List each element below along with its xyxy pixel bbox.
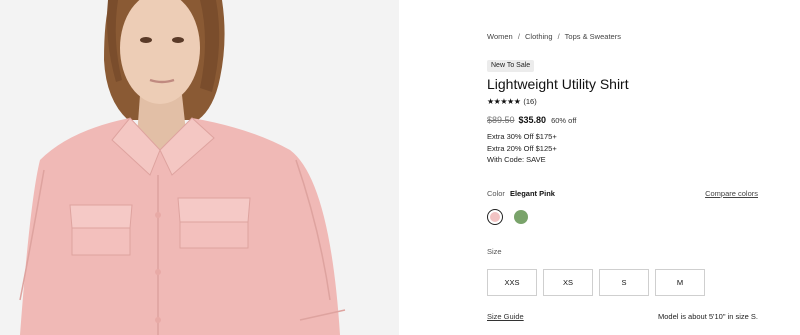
color-label: Color [487,189,505,198]
discount-percent: 60% off [551,116,577,125]
rating-stars-icon: ★★★★★ [487,97,521,106]
rating[interactable]: ★★★★★ (16) [487,97,537,106]
promo-line: With Code: SAVE [487,155,546,164]
swatch-fill [514,210,528,224]
breadcrumb-item-women[interactable]: Women [487,32,513,41]
product-title: Lightweight Utility Shirt [487,76,629,92]
breadcrumb-separator: / [557,32,560,41]
sale-badge: New To Sale [487,60,535,72]
product-details: Women / Clothing / Tops & Sweaters New T… [487,0,767,335]
breadcrumb: Women / Clothing / Tops & Sweaters [487,32,621,41]
swatch-fill [490,212,500,222]
breadcrumb-separator: / [517,32,520,41]
original-price: $89.50 [487,115,515,125]
breadcrumb-item-tops-sweaters[interactable]: Tops & Sweaters [565,32,621,41]
size-s-button[interactable]: S [599,269,649,296]
breadcrumb-item-clothing[interactable]: Clothing [525,32,553,41]
promo-line: Extra 20% Off $125+ [487,143,557,153]
promo-list: Extra 30% Off $175+ Extra 20% Off $125+ … [487,131,557,166]
swatch-elegant-pink[interactable] [487,209,503,225]
size-xs-button[interactable]: XS [543,269,593,296]
product-image[interactable] [0,0,399,335]
price-block: $89.50 $35.80 60% off [487,115,576,125]
color-row: Color Elegant Pink Compare colors [487,189,758,198]
promo-line: Extra 30% Off $175+ [487,132,557,141]
color-swatches [487,209,529,225]
sale-price: $35.80 [518,115,547,125]
review-count[interactable]: (16) [523,97,536,106]
model-size-info: Model is about 5'10" in size S. [658,312,758,321]
size-label: Size [487,247,502,256]
size-options: XXS XS S M [487,269,705,296]
size-guide-link[interactable]: Size Guide [487,312,524,321]
selected-color-name: Elegant Pink [509,189,555,198]
size-m-button[interactable]: M [655,269,705,296]
size-xxs-button[interactable]: XXS [487,269,537,296]
swatch-green[interactable] [513,209,529,225]
compare-colors-link[interactable]: Compare colors [705,189,758,198]
